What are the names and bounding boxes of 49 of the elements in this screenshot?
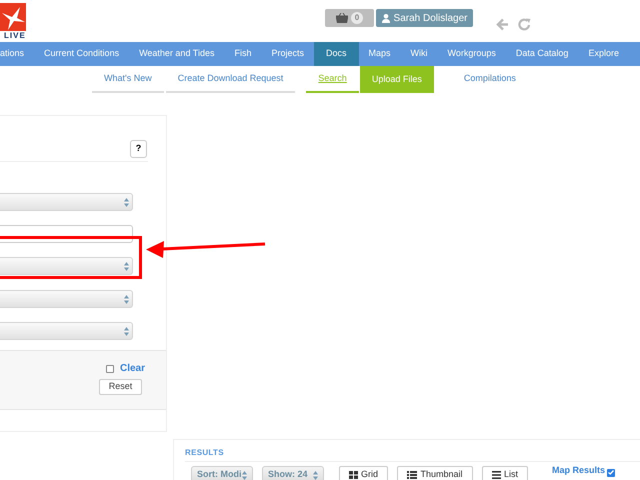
select-field[interactable] <box>0 193 133 211</box>
nav-tab[interactable]: Weather and Tides <box>129 42 224 66</box>
user-button[interactable]: Sarah Dolislager <box>376 9 473 27</box>
grid-icon <box>348 471 358 479</box>
sub-tab[interactable]: Create Download Request <box>166 66 296 93</box>
reset-button[interactable]: Reset <box>99 379 142 395</box>
basket-icon <box>336 13 348 23</box>
updown-arrow-icon <box>124 326 129 336</box>
sub-tab[interactable]: Upload Files <box>360 66 434 93</box>
list-icon <box>407 471 418 479</box>
clear-link[interactable]: Clear <box>120 361 144 376</box>
updown-arrow-icon <box>313 470 318 480</box>
cart-button[interactable]: 0 <box>325 9 374 27</box>
select-field[interactable] <box>0 257 133 275</box>
clear-checkbox[interactable] <box>106 364 114 372</box>
select-field[interactable] <box>0 290 133 308</box>
nav-tab[interactable]: Data Catalog <box>506 42 578 66</box>
menu-icon <box>492 471 501 479</box>
select-field[interactable]: Show: 24 <box>262 466 324 480</box>
updown-arrow-icon <box>124 262 129 270</box>
back-arrow-icon[interactable] <box>496 18 509 31</box>
updown-arrow-icon <box>124 198 129 206</box>
logo-icon <box>0 3 26 31</box>
nav-tab[interactable]: Maps <box>358 42 401 66</box>
refresh-icon[interactable] <box>518 18 531 31</box>
sub-tab[interactable]: What's New <box>92 66 164 93</box>
results-heading: RESULTS <box>185 447 225 459</box>
sub-tab[interactable]: Compilations <box>452 66 528 93</box>
nav-tab[interactable]: Workgroups <box>438 42 506 66</box>
select-field[interactable]: Sort: Modi <box>191 466 253 480</box>
cart-count: 0 <box>351 12 363 24</box>
map-results-checkbox[interactable] <box>607 468 616 477</box>
nav-tab[interactable]: Projects <box>261 42 314 66</box>
updown-arrow-icon <box>124 294 129 304</box>
nav-tab[interactable]: ations <box>0 42 34 66</box>
nav-tab[interactable]: Current Conditions <box>34 42 130 66</box>
view-button[interactable]: List <box>482 466 528 480</box>
logo-text: LIVE <box>3 31 26 41</box>
nav-tab[interactable]: Wiki <box>400 42 438 66</box>
help-button[interactable]: ? <box>130 140 147 158</box>
nav-tab[interactable]: Fish <box>224 42 262 66</box>
select-field[interactable] <box>0 322 133 340</box>
view-button[interactable]: Thumbnail <box>397 466 473 480</box>
user-icon <box>382 14 390 22</box>
view-button[interactable]: Grid <box>339 466 388 480</box>
nav-tab[interactable]: Explore <box>578 42 619 66</box>
nav-tab[interactable]: Docs <box>314 42 359 66</box>
updown-arrow-icon <box>242 470 247 480</box>
map-results-link[interactable]: Map Results <box>552 464 606 478</box>
